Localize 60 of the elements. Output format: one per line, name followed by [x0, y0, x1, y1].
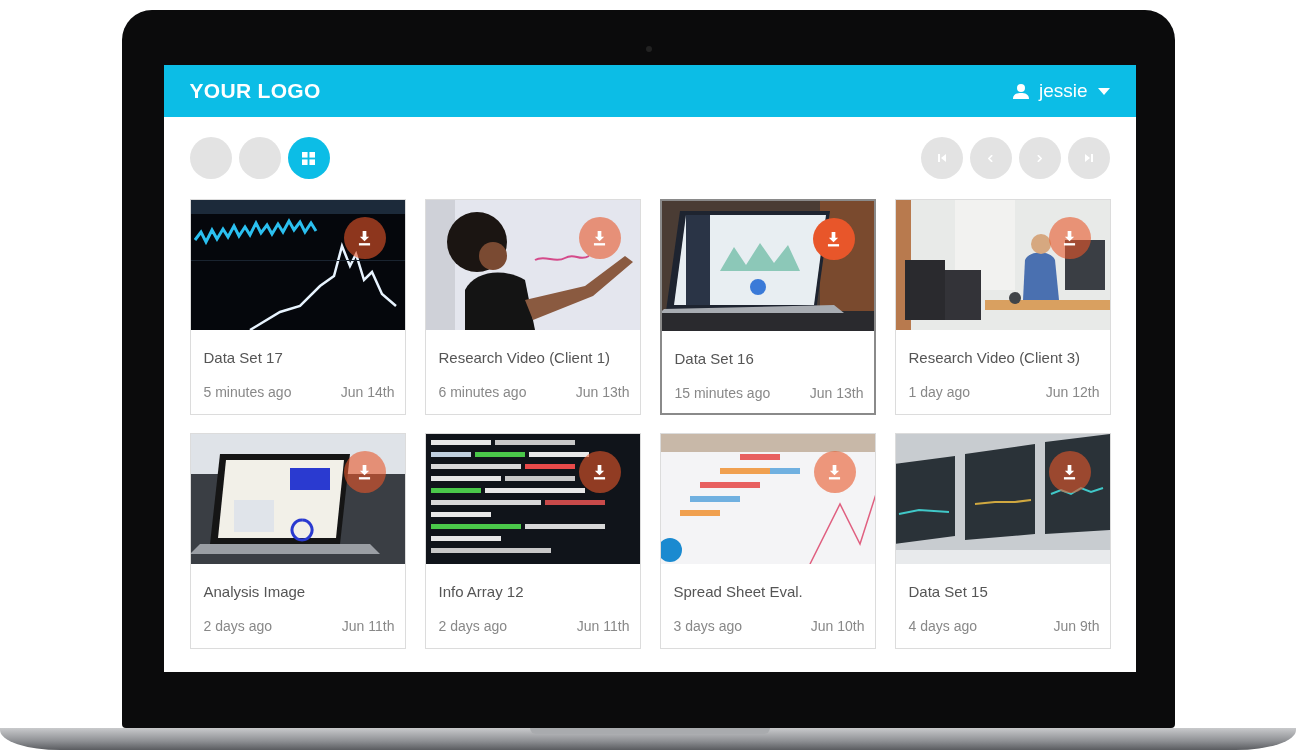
file-card[interactable]: Data Set 17 5 minutes ago Jun 14th [189, 199, 406, 415]
card-date: Jun 13th [575, 384, 630, 400]
download-icon [827, 231, 840, 247]
download-icon [828, 464, 841, 480]
card-title: Spread Sheet Eval. [672, 582, 804, 600]
card-date: Jun 11th [341, 618, 395, 634]
card-date: Jun 10th [810, 618, 865, 634]
download-icon [593, 464, 606, 480]
card-title: Analysis Image [202, 582, 307, 600]
download-icon [358, 464, 371, 480]
file-card[interactable]: Research Video (Client 3) 1 day ago Jun 12th [894, 199, 1111, 415]
card-title: Research Video (Client 1) [437, 348, 611, 366]
view-button[interactable] [287, 137, 330, 179]
file-card[interactable]: Analysis Image 2 days ago Jun 11th [189, 433, 406, 649]
card-title: Data Set 15 [907, 582, 989, 600]
card-age: 4 days ago [908, 618, 977, 634]
card-title: Research Video (Client 3) [907, 348, 1081, 366]
card-age: 3 days ago [673, 618, 742, 634]
card-title: Info Array 12 [437, 582, 525, 600]
download-icon [1063, 230, 1076, 246]
download-button[interactable] [578, 451, 621, 493]
first-page-button[interactable] [920, 137, 963, 179]
card-date: Jun 13th [809, 385, 864, 401]
download-button[interactable] [343, 451, 386, 493]
file-card[interactable]: Data Set 15 4 days ago Jun 9th [894, 433, 1111, 649]
download-icon [1063, 464, 1076, 480]
card-age: 15 minutes ago [674, 385, 771, 401]
file-card[interactable]: Research Video (Client 1) 6 minutes ago Jun 13th [424, 199, 641, 415]
grid-icon [302, 151, 315, 165]
chevron-right-icon [1037, 154, 1042, 162]
download-button[interactable] [1048, 217, 1091, 259]
card-date: Jun 14th [340, 384, 395, 400]
download-icon [593, 230, 606, 246]
view-button[interactable] [238, 137, 281, 179]
file-card[interactable]: Data Set 16 15 minutes ago Jun 13th [659, 199, 876, 415]
chevron-left-icon [988, 154, 993, 162]
card-date: Jun 11th [576, 618, 630, 634]
logo: YOUR LOGO [189, 79, 321, 103]
view-button[interactable] [189, 137, 232, 179]
prev-page-button[interactable] [969, 137, 1012, 179]
last-page-icon [1084, 154, 1093, 162]
first-page-icon [937, 154, 946, 162]
card-age: 5 minutes ago [203, 384, 292, 400]
caret-icon [1097, 87, 1110, 95]
next-page-button[interactable] [1018, 137, 1061, 179]
download-button[interactable] [1048, 451, 1091, 493]
download-icon [358, 230, 371, 246]
download-button[interactable] [343, 217, 386, 259]
card-date: Jun 12th [1045, 384, 1100, 400]
card-age: 2 days ago [438, 618, 507, 634]
card-date: Jun 9th [1053, 618, 1100, 634]
file-card[interactable]: Spread Sheet Eval. 3 days ago Jun 10th [659, 433, 876, 649]
card-age: 1 day ago [908, 384, 970, 400]
card-title: Data Set 16 [673, 349, 755, 367]
card-title: Data Set 17 [202, 348, 284, 366]
card-age: 2 days ago [203, 618, 272, 634]
last-page-button[interactable] [1067, 137, 1110, 179]
user-icon [1012, 83, 1029, 99]
card-age: 6 minutes ago [438, 384, 527, 400]
file-card[interactable]: Info Array 12 2 days ago Jun 11th [424, 433, 641, 649]
